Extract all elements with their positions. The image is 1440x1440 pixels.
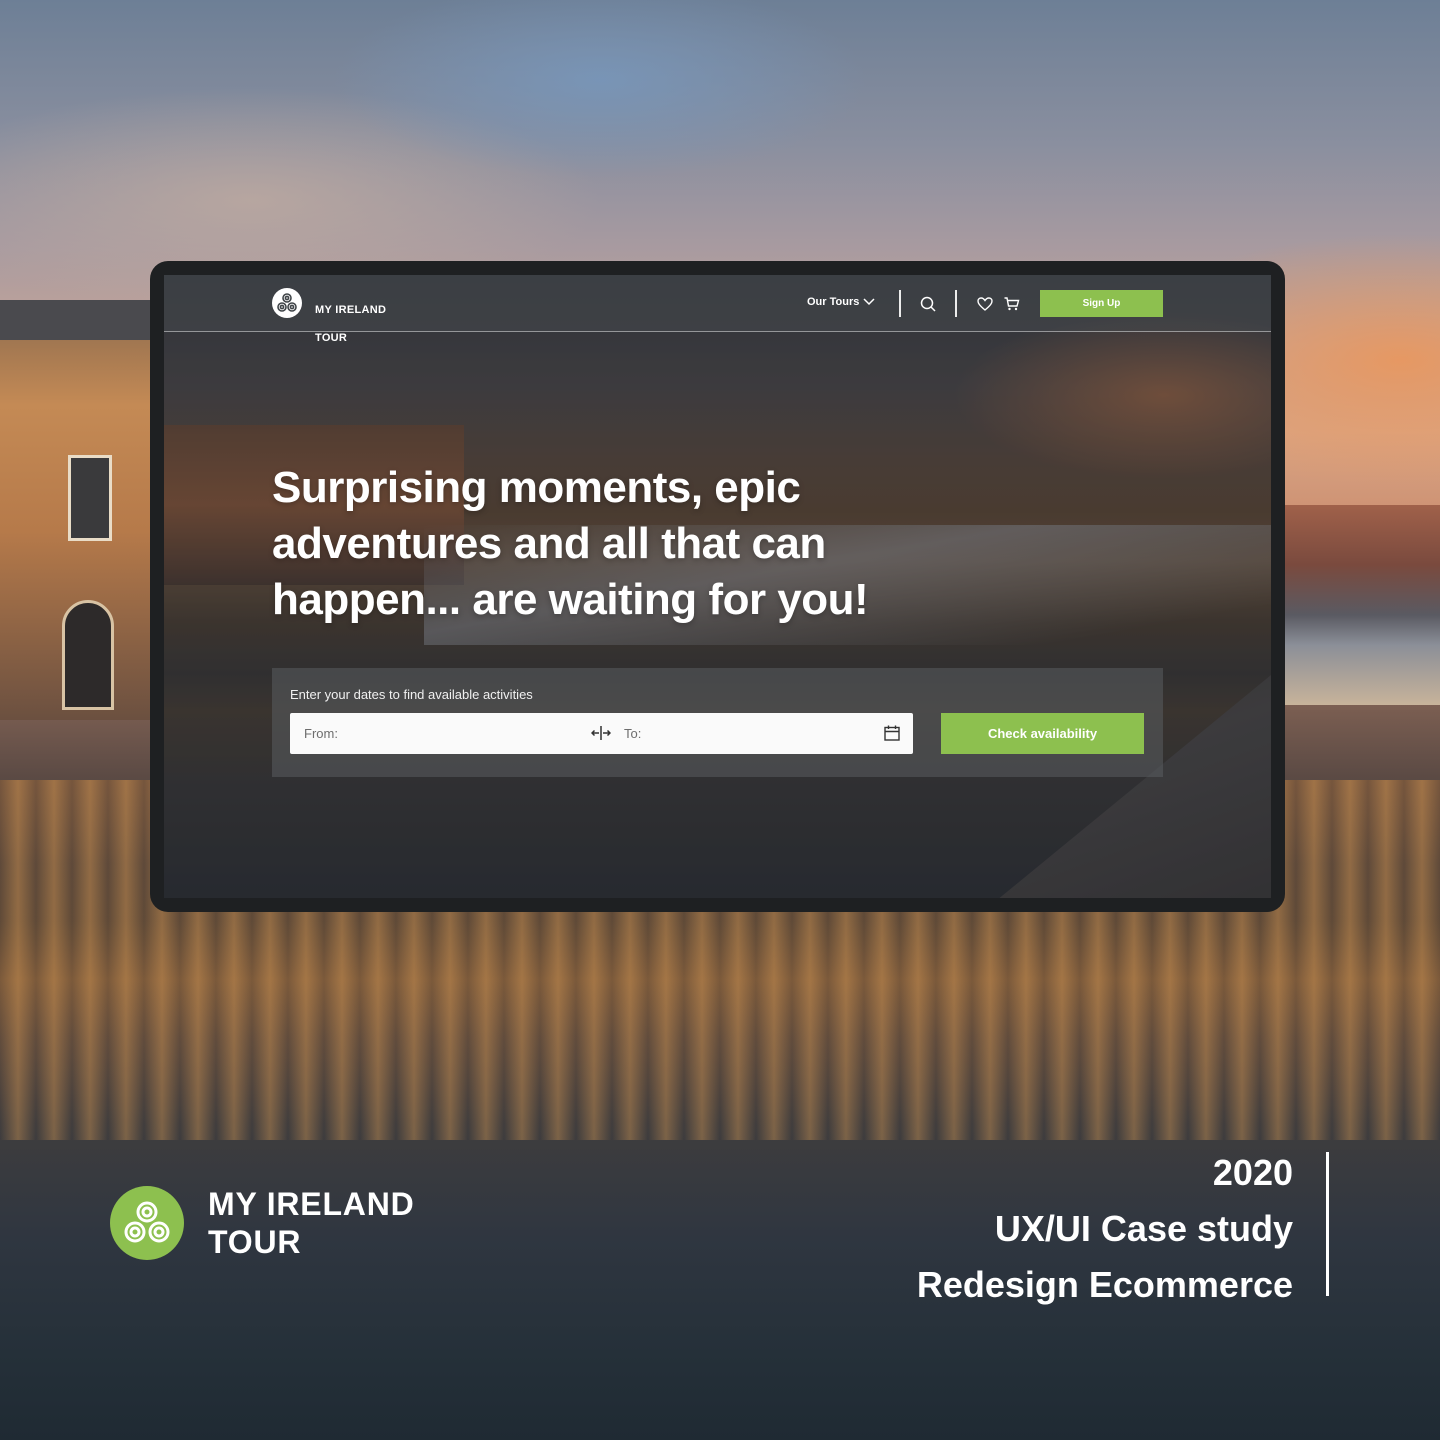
case-study-year: 2020 bbox=[1212, 1152, 1293, 1193]
check-availability-button[interactable]: Check availability bbox=[941, 713, 1144, 754]
hero-headline: Surprising moments, epic adventures and … bbox=[272, 463, 869, 624]
swap-arrows-icon bbox=[591, 726, 611, 740]
brand-name: MY IRELAND TOUR bbox=[208, 1185, 415, 1261]
triskele-icon bbox=[110, 1186, 184, 1260]
heart-icon[interactable] bbox=[976, 295, 994, 313]
brand-name-line2: TOUR bbox=[208, 1224, 302, 1260]
case-study-info: 2020 UX/UI Case study Redesign Ecommerce bbox=[917, 1150, 1293, 1318]
website-screen: MY IRELAND TOUR Our Tours Sign Up Surpri… bbox=[164, 275, 1271, 898]
our-tours-menu[interactable]: Our Tours bbox=[807, 296, 875, 308]
top-navigation: MY IRELAND TOUR Our Tours Sign Up bbox=[164, 275, 1271, 344]
vertical-divider bbox=[1326, 1152, 1329, 1296]
nav-divider bbox=[955, 290, 957, 317]
our-tours-label: Our Tours bbox=[807, 296, 860, 308]
calendar-icon[interactable] bbox=[883, 724, 901, 742]
date-range-input[interactable]: From: To: bbox=[290, 713, 913, 754]
brand-name-line1: MY IRELAND bbox=[208, 1186, 415, 1222]
right-bridge bbox=[1284, 505, 1440, 705]
search-icon[interactable] bbox=[919, 295, 937, 313]
case-study-subject: Redesign Ecommerce bbox=[916, 1264, 1293, 1305]
search-hint: Enter your dates to find available activ… bbox=[290, 687, 533, 702]
triskele-icon[interactable] bbox=[272, 288, 302, 318]
building-window bbox=[68, 455, 112, 541]
device-mockup: MY IRELAND TOUR Our Tours Sign Up Surpri… bbox=[150, 261, 1285, 912]
sign-up-button[interactable]: Sign Up bbox=[1040, 290, 1163, 317]
to-label: To: bbox=[624, 726, 642, 741]
building-door bbox=[62, 600, 114, 710]
nav-brand-line1: MY IRELAND bbox=[315, 304, 387, 316]
left-building bbox=[0, 300, 160, 720]
availability-search: Enter your dates to find available activ… bbox=[272, 668, 1163, 777]
from-label: From: bbox=[304, 726, 338, 741]
case-study-type: UX/UI Case study bbox=[994, 1208, 1293, 1249]
nav-brand-name[interactable]: MY IRELAND TOUR bbox=[315, 289, 386, 345]
chevron-down-icon bbox=[863, 298, 875, 306]
cart-icon[interactable] bbox=[1003, 295, 1021, 313]
nav-brand-line2: TOUR bbox=[315, 332, 348, 344]
nav-divider bbox=[899, 290, 901, 317]
